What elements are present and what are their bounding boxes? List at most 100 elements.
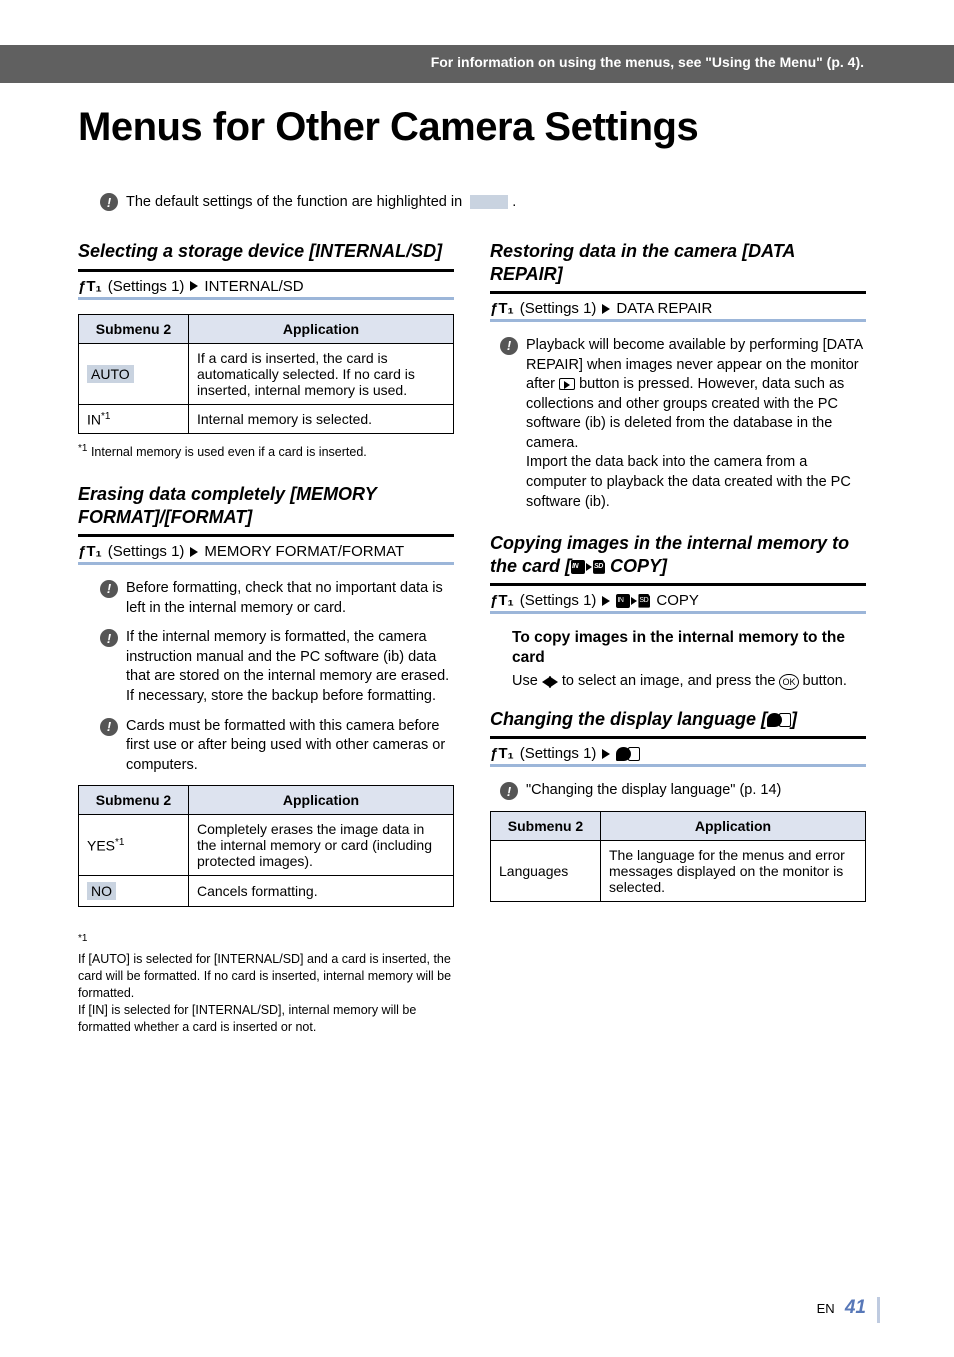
section-title-copy-b: COPY]: [605, 556, 667, 576]
page-number: EN 41: [817, 1297, 866, 1319]
table-row: AUTO If a card is inserted, the card is …: [79, 343, 454, 404]
settings-label: (Settings 1): [520, 745, 597, 762]
chevron-right-icon: [602, 596, 610, 606]
settings-icon: ƒT₁: [490, 300, 514, 317]
th-application: Application: [601, 811, 866, 840]
note-format-2: ! If the internal memory is formatted, t…: [78, 628, 454, 706]
cell-value: Internal memory is selected.: [189, 404, 454, 434]
note-text: "Changing the display language" (p. 14): [526, 781, 781, 801]
info-icon: !: [100, 629, 118, 647]
section-title-language-b: ]: [791, 709, 797, 729]
page-lang: EN: [817, 1301, 835, 1316]
table-row: IN*1 Internal memory is selected.: [79, 404, 454, 434]
cell-key-sup: *1: [115, 837, 124, 848]
subtext-a: Use: [512, 673, 542, 689]
breadcrumb-language: ƒT₁ (Settings 1): [490, 745, 866, 762]
table-language: Submenu 2 Application Languages The lang…: [490, 811, 866, 902]
info-icon: !: [100, 193, 118, 211]
settings-label: (Settings 1): [520, 300, 597, 317]
default-note-prefix: The default settings of the function are…: [126, 194, 466, 210]
chevron-right-icon: [602, 304, 610, 314]
cell-key: AUTO: [87, 365, 134, 383]
right-column: Restoring data in the camera [DATA REPAI…: [490, 240, 866, 1058]
subtext-b: to select an image, and press the: [558, 673, 780, 689]
section-title-language-a: Changing the display language [: [490, 709, 767, 729]
note-text: If the internal memory is formatted, the…: [126, 628, 454, 706]
settings-label: (Settings 1): [520, 592, 597, 609]
section-title-repair: Restoring data in the camera [DATA REPAI…: [490, 240, 866, 285]
language-icon: [616, 747, 640, 761]
cell-value: Cancels formatting.: [189, 876, 454, 907]
cell-key: NO: [87, 882, 116, 900]
th-submenu: Submenu 2: [491, 811, 601, 840]
subhead-copy: To copy images in the internal memory to…: [512, 628, 866, 668]
chevron-right-icon: [602, 749, 610, 759]
chevron-right-icon: [190, 547, 198, 557]
chevron-right-icon: [190, 281, 198, 291]
info-icon: !: [100, 580, 118, 598]
cell-key-sup: *1: [101, 411, 110, 422]
breadcrumb-repair: ƒT₁ (Settings 1) DATA REPAIR: [490, 300, 866, 317]
table-format: Submenu 2 Application YES*1 Completely e…: [78, 785, 454, 907]
breadcrumb-copy-value: COPY: [656, 592, 699, 609]
settings-icon: ƒT₁: [78, 278, 102, 295]
breadcrumb-format: ƒT₁ (Settings 1) MEMORY FORMAT/FORMAT: [78, 543, 454, 560]
th-submenu: Submenu 2: [79, 786, 189, 815]
footnote-text: Internal memory is used even if a card i…: [91, 445, 367, 459]
highlight-swatch: [470, 195, 508, 209]
breadcrumb-format-value: MEMORY FORMAT/FORMAT: [204, 543, 404, 560]
left-column: Selecting a storage device [INTERNAL/SD]…: [78, 240, 454, 1058]
note-text: Before formatting, check that no importa…: [126, 579, 454, 618]
info-icon: !: [500, 337, 518, 355]
note-text: Playback will become available by perfor…: [526, 336, 866, 512]
settings-label: (Settings 1): [108, 278, 185, 295]
page-edge-decoration: [870, 1297, 880, 1323]
settings-label: (Settings 1): [108, 543, 185, 560]
th-application: Application: [189, 314, 454, 343]
left-right-arrows-icon: [542, 676, 558, 688]
th-application: Application: [189, 786, 454, 815]
cell-key: YES: [87, 838, 115, 854]
breadcrumb-internal-sd-value: INTERNAL/SD: [204, 278, 303, 295]
ok-button-icon: OK: [779, 674, 798, 690]
note-text: Cards must be formatted with this camera…: [126, 717, 454, 776]
th-submenu: Submenu 2: [79, 314, 189, 343]
note-format-1: ! Before formatting, check that no impor…: [78, 579, 454, 618]
section-title-format: Erasing data completely [MEMORY FORMAT]/…: [78, 483, 454, 528]
info-icon: !: [100, 718, 118, 736]
header-bar-text: For information on using the menus, see …: [431, 54, 864, 70]
section-title-copy: Copying images in the internal memory to…: [490, 532, 866, 577]
table-row: YES*1 Completely erases the image data i…: [79, 815, 454, 876]
page-number-value: 41: [845, 1297, 866, 1318]
section-title-internal-sd: Selecting a storage device [INTERNAL/SD]: [78, 240, 454, 263]
note-format-3: ! Cards must be formatted with this came…: [78, 717, 454, 776]
section-title-language: Changing the display language []: [490, 708, 866, 731]
table-row: NO Cancels formatting.: [79, 876, 454, 907]
subtext-c: button.: [799, 673, 847, 689]
cell-value: Completely erases the image data in the …: [189, 815, 454, 876]
default-settings-note: ! The default settings of the function a…: [100, 192, 516, 211]
footnote-sup: *1: [78, 443, 87, 454]
breadcrumb-internal-sd: ƒT₁ (Settings 1) INTERNAL/SD: [78, 278, 454, 295]
play-button-icon: [559, 378, 575, 390]
subtext-copy: Use to select an image, and press the OK…: [512, 672, 866, 692]
header-bar: For information on using the menus, see …: [0, 45, 954, 83]
footnote-sup: *1: [78, 933, 87, 944]
table-internal-sd: Submenu 2 Application AUTO If a card is …: [78, 314, 454, 435]
language-icon: [767, 713, 791, 727]
settings-icon: ƒT₁: [490, 592, 514, 609]
table-row: Languages The language for the menus and…: [491, 840, 866, 901]
settings-icon: ƒT₁: [78, 543, 102, 560]
cell-value: If a card is inserted, the card is autom…: [189, 343, 454, 404]
section-title-copy-a: Copying images in the internal memory to…: [490, 533, 849, 576]
breadcrumb-repair-value: DATA REPAIR: [616, 300, 712, 317]
footnote-format: *1 If [AUTO] is selected for [INTERNAL/S…: [78, 915, 454, 1035]
cell-value: The language for the menus and error mes…: [601, 840, 866, 901]
note-repair: ! Playback will become available by perf…: [490, 336, 866, 512]
footnote-text: If [AUTO] is selected for [INTERNAL/SD] …: [78, 952, 451, 1034]
info-icon: !: [500, 782, 518, 800]
breadcrumb-copy: ƒT₁ (Settings 1) COPY: [490, 592, 866, 609]
memory-to-sd-icon: [616, 594, 650, 608]
page-title: Menus for Other Camera Settings: [78, 105, 698, 150]
note-language: ! "Changing the display language" (p. 14…: [490, 781, 866, 801]
